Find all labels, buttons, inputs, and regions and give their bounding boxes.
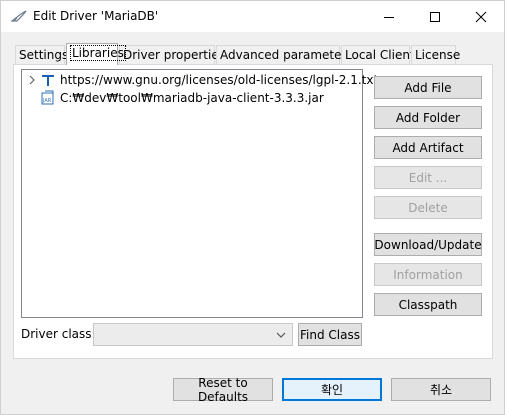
tab-label: License: [415, 48, 461, 62]
add-folder-button[interactable]: Add Folder: [374, 106, 482, 129]
tab-label: Settings: [19, 48, 69, 62]
add-file-button[interactable]: Add File: [374, 76, 482, 99]
maximize-button[interactable]: [412, 1, 458, 32]
libraries-list[interactable]: https://www.gnu.org/licenses/old-license…: [21, 69, 378, 318]
edit-driver-dialog: Edit Driver 'MariaDB' Settings Libraries: [0, 0, 505, 415]
download-update-button[interactable]: Download/Update: [374, 233, 482, 256]
tab-label: Advanced parameters: [220, 48, 353, 62]
information-button[interactable]: Information: [374, 263, 482, 286]
minimize-button[interactable]: [366, 1, 412, 32]
delete-button[interactable]: Delete: [374, 196, 482, 219]
close-button[interactable]: [458, 1, 504, 32]
maximize-icon: [430, 11, 440, 22]
driver-class-combo[interactable]: [93, 323, 293, 346]
cancel-button[interactable]: 취소: [391, 378, 491, 401]
tab-advanced-parameters[interactable]: Advanced parameters: [216, 45, 353, 65]
svg-text:JAR: JAR: [42, 98, 52, 104]
list-item[interactable]: JAR C:₩dev₩tool₩mariadb-java-client-3.3.…: [26, 89, 324, 107]
tab-driver-properties[interactable]: Driver properties: [119, 45, 225, 65]
tab-settings[interactable]: Settings: [15, 45, 69, 65]
reset-to-defaults-button[interactable]: Reset to Defaults: [173, 376, 273, 404]
jar-file-icon: JAR: [40, 90, 56, 106]
driver-class-label: Driver class:: [21, 327, 96, 341]
tab-libraries[interactable]: Libraries: [66, 43, 126, 65]
tab-label: Local Client: [345, 48, 415, 62]
list-item[interactable]: https://www.gnu.org/licenses/old-license…: [26, 71, 378, 89]
tab-label: Libraries: [70, 45, 126, 61]
title-bar: Edit Driver 'MariaDB': [1, 1, 504, 32]
library-path: https://www.gnu.org/licenses/old-license…: [60, 73, 379, 87]
tab-license[interactable]: License: [411, 45, 460, 65]
edit-button[interactable]: Edit ...: [374, 166, 482, 189]
window-title: Edit Driver 'MariaDB': [33, 9, 159, 23]
tab-label: Driver properties: [123, 48, 225, 62]
chevron-down-icon[interactable]: [276, 329, 286, 339]
minimize-icon: [384, 16, 394, 18]
ok-button[interactable]: 확인: [282, 378, 382, 401]
text-file-icon: [40, 72, 56, 88]
classpath-button[interactable]: Classpath: [374, 293, 482, 316]
chevron-right-icon[interactable]: [26, 74, 38, 86]
library-path: C:₩dev₩tool₩mariadb-java-client-3.3.3.ja…: [60, 91, 324, 105]
dbeaver-logo-icon: [10, 9, 27, 23]
add-artifact-button[interactable]: Add Artifact: [374, 136, 482, 159]
tab-local-client[interactable]: Local Client: [341, 45, 415, 65]
close-icon: [475, 11, 487, 22]
find-class-button[interactable]: Find Class: [298, 323, 362, 346]
